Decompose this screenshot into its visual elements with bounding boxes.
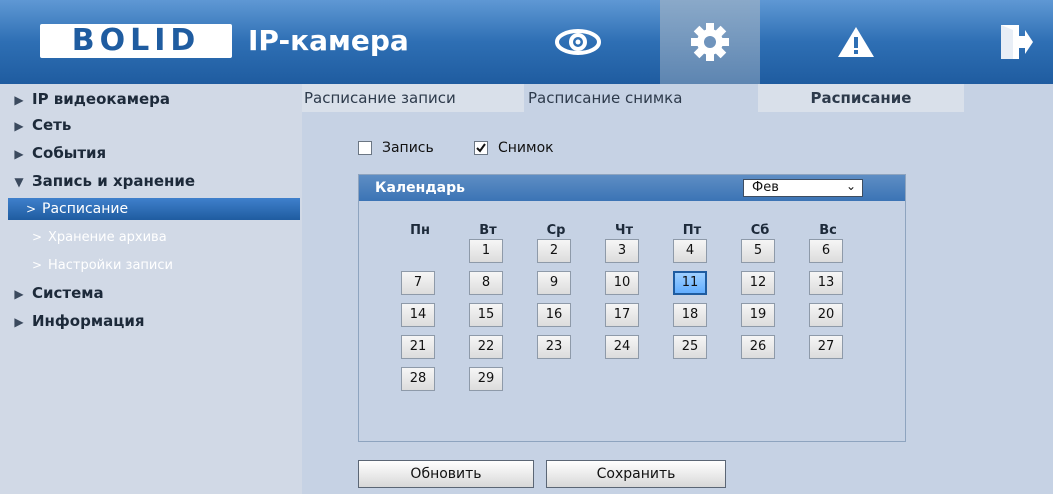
- triangle-right-icon: ▶: [14, 119, 24, 133]
- sidebar-subitem-label: Расписание: [42, 201, 129, 217]
- triangle-right-icon: ▶: [14, 287, 24, 301]
- sidebar-item-network[interactable]: ▶ Сеть: [0, 114, 71, 136]
- weekday-label: Сб: [750, 223, 770, 238]
- checkmark-icon: [476, 143, 486, 153]
- logo: BOLID: [40, 24, 232, 58]
- sidebar-subitem-archive-storage[interactable]: > Хранение архива: [8, 226, 300, 248]
- calendar-day[interactable]: 12: [741, 271, 775, 295]
- calendar-header: Календарь Фев ⌄: [359, 175, 905, 201]
- checkbox-box[interactable]: [358, 141, 372, 155]
- calendar-day[interactable]: 5: [741, 239, 775, 263]
- calendar-day[interactable]: 4: [673, 239, 707, 263]
- sidebar-item-label: Система: [32, 284, 104, 302]
- checkbox-box[interactable]: [474, 141, 488, 155]
- calendar-day[interactable]: 28: [401, 367, 435, 391]
- sidebar-item-info[interactable]: ▶ Информация: [0, 310, 145, 332]
- calendar-day[interactable]: 14: [401, 303, 435, 327]
- sidebar-item-ip-camera[interactable]: ▶ IP видеокамера: [0, 88, 170, 110]
- calendar-day[interactable]: 22: [469, 335, 503, 359]
- chevron-right-icon: >: [31, 230, 43, 244]
- sidebar-subitem-record-settings[interactable]: > Настройки записи: [8, 254, 300, 276]
- logout-icon: [1001, 25, 1033, 59]
- calendar-day[interactable]: 17: [605, 303, 639, 327]
- tab-record-schedule[interactable]: Расписание записи: [302, 84, 524, 112]
- calendar-day[interactable]: 19: [741, 303, 775, 327]
- calendar-day[interactable]: 8: [469, 271, 503, 295]
- sidebar-item-label: IP видеокамера: [32, 90, 170, 108]
- tab-content: Запись Снимок Календарь Фев ⌄ Пн Вт Ср Ч…: [302, 116, 1053, 494]
- calendar-day-selected[interactable]: 11: [673, 271, 707, 295]
- record-checkbox[interactable]: Запись: [358, 140, 434, 156]
- calendar-day[interactable]: 13: [809, 271, 843, 295]
- checkbox-label: Запись: [382, 140, 434, 156]
- calendar-day[interactable]: 6: [809, 239, 843, 263]
- sidebar-item-recording-storage[interactable]: ▼ Запись и хранение: [0, 170, 195, 192]
- main-panel: Расписание записи Расписание снимка Расп…: [302, 84, 1053, 494]
- tab-bar: Расписание записи Расписание снимка Расп…: [302, 84, 1053, 112]
- calendar-title: Календарь: [375, 180, 465, 196]
- weekday-label: Чт: [614, 223, 634, 238]
- calendar-day[interactable]: 25: [673, 335, 707, 359]
- alarm-button[interactable]: [806, 0, 906, 84]
- warning-icon: [838, 27, 874, 57]
- calendar-day[interactable]: 23: [537, 335, 571, 359]
- triangle-down-icon: ▼: [14, 175, 24, 189]
- triangle-right-icon: ▶: [14, 315, 24, 329]
- logout-button[interactable]: [966, 0, 1053, 84]
- app-title: IP-камера: [248, 24, 409, 57]
- calendar-day[interactable]: 18: [673, 303, 707, 327]
- chevron-down-icon: ⌄: [845, 179, 856, 193]
- calendar-day[interactable]: 2: [537, 239, 571, 263]
- eye-icon: [555, 29, 601, 55]
- weekday-label: Пт: [682, 223, 702, 238]
- triangle-right-icon: ▶: [14, 147, 24, 161]
- calendar-day[interactable]: 9: [537, 271, 571, 295]
- month-select[interactable]: Фев ⌄: [743, 179, 863, 197]
- calendar-day[interactable]: 21: [401, 335, 435, 359]
- weekday-label: Ср: [546, 223, 566, 238]
- calendar-day[interactable]: 15: [469, 303, 503, 327]
- calendar-day[interactable]: 26: [741, 335, 775, 359]
- save-button[interactable]: Сохранить: [546, 460, 726, 488]
- sidebar-item-label: Запись и хранение: [32, 172, 196, 190]
- sidebar-subitem-label: Настройки записи: [48, 258, 173, 273]
- snapshot-checkbox[interactable]: Снимок: [474, 140, 554, 156]
- gear-icon: [691, 23, 729, 61]
- sidebar-subitem-label: Хранение архива: [48, 230, 167, 245]
- calendar: Календарь Фев ⌄ Пн Вт Ср Чт Пт Сб Вс 1 2…: [358, 174, 906, 442]
- sidebar-item-label: Информация: [32, 312, 145, 330]
- sidebar: ▶ IP видеокамера ▶ Сеть ▶ События ▼ Запись и…: [0, 84, 302, 494]
- calendar-day[interactable]: 3: [605, 239, 639, 263]
- chevron-right-icon: >: [25, 202, 37, 216]
- refresh-button[interactable]: Обновить: [358, 460, 534, 488]
- calendar-day[interactable]: 1: [469, 239, 503, 263]
- tab-schedule[interactable]: Расписание: [758, 84, 964, 112]
- weekday-label: Вс: [819, 223, 837, 238]
- weekday-label: Вт: [479, 223, 497, 238]
- sidebar-item-system[interactable]: ▶ Система: [0, 282, 104, 304]
- chevron-right-icon: >: [31, 258, 43, 272]
- top-bar: BOLID IP-камера: [0, 0, 1053, 84]
- calendar-day[interactable]: 27: [809, 335, 843, 359]
- tab-snapshot-schedule[interactable]: Расписание снимка: [526, 84, 752, 112]
- triangle-right-icon: ▶: [14, 93, 24, 107]
- calendar-day[interactable]: 7: [401, 271, 435, 295]
- sidebar-item-label: Сеть: [32, 116, 72, 134]
- calendar-day[interactable]: 10: [605, 271, 639, 295]
- calendar-day[interactable]: 24: [605, 335, 639, 359]
- sidebar-item-label: События: [32, 144, 107, 162]
- weekday-label: Пн: [410, 223, 430, 238]
- sidebar-item-events[interactable]: ▶ События: [0, 142, 106, 164]
- calendar-day[interactable]: 16: [537, 303, 571, 327]
- live-view-button[interactable]: [528, 0, 628, 84]
- settings-button[interactable]: [660, 0, 760, 84]
- calendar-day[interactable]: 20: [809, 303, 843, 327]
- checkbox-label: Снимок: [498, 140, 554, 156]
- sidebar-subitem-schedule[interactable]: > Расписание: [8, 198, 300, 220]
- calendar-day[interactable]: 29: [469, 367, 503, 391]
- month-value: Фев: [752, 180, 779, 195]
